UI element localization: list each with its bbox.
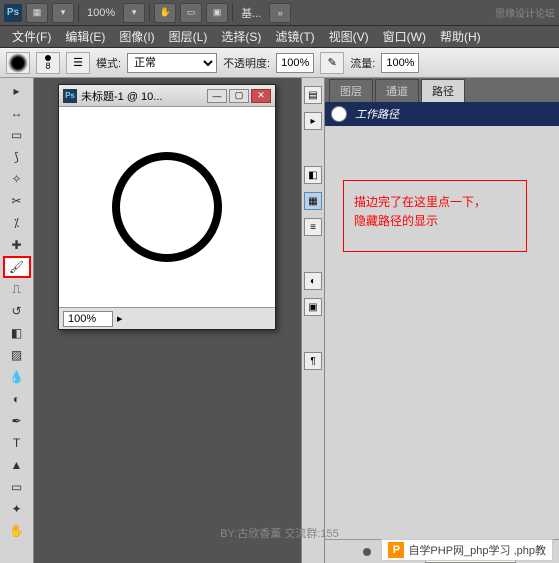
move-tool-icon[interactable]: ↔ xyxy=(3,102,31,124)
viewmode-button[interactable]: ▾ xyxy=(52,3,74,23)
3d-tool-icon[interactable]: ✦ xyxy=(3,498,31,520)
menu-select[interactable]: 选择(S) xyxy=(215,26,267,47)
eyedropper-tool-icon[interactable]: ⁒ xyxy=(3,212,31,234)
path-select-tool-icon[interactable]: ▲ xyxy=(3,454,31,476)
zoom-dropdown-icon[interactable]: ▸ xyxy=(117,312,123,325)
fill-path-icon[interactable] xyxy=(359,544,375,560)
path-row[interactable]: 工作路径 xyxy=(325,102,559,126)
flow-field[interactable]: 100% xyxy=(381,53,419,73)
callout-line: 隐藏路径的显示 xyxy=(354,212,516,231)
pen-tool-icon[interactable]: ✒ xyxy=(3,410,31,432)
collapse-icon[interactable]: ▸ xyxy=(3,80,31,102)
path-thumbnail xyxy=(331,106,347,122)
php-logo-icon: P xyxy=(388,542,404,558)
menu-view[interactable]: 视图(V) xyxy=(323,26,375,47)
paths-panel-body[interactable]: 工作路径 描边完了在这里点一下， 隐藏路径的显示 用画笔描边路径 xyxy=(325,102,559,539)
menu-filter[interactable]: 滤镜(T) xyxy=(269,26,320,47)
doc-icon: Ps xyxy=(63,89,77,103)
separator xyxy=(78,4,79,22)
shape-tool-icon[interactable]: ▭ xyxy=(3,476,31,498)
current-tool-icon[interactable] xyxy=(6,52,30,74)
app-logo-icon: Ps xyxy=(4,4,22,22)
canvas[interactable] xyxy=(59,107,275,307)
workspace-dropdown-icon[interactable]: » xyxy=(269,3,291,23)
footer-site-text: 自学PHP网_php学习 ,php教 xyxy=(408,542,546,558)
actions-panel-icon[interactable]: ▸ xyxy=(304,112,322,130)
panel-strip: ▤ ▸ ◧ ▦ ≡ ◐ ▣ ¶ xyxy=(301,78,325,563)
blur-tool-icon[interactable]: 💧 xyxy=(3,366,31,388)
callout-line: 描边完了在这里点一下， xyxy=(354,193,516,212)
color-panel-icon[interactable]: ◧ xyxy=(304,166,322,184)
healing-tool-icon[interactable]: ✚ xyxy=(3,234,31,256)
bridge-icon[interactable]: ▦ xyxy=(26,3,48,23)
brush-size-value: 8 xyxy=(45,61,50,71)
menu-layer[interactable]: 图层(L) xyxy=(163,26,214,47)
brush-preset-picker[interactable]: 8 xyxy=(36,52,60,74)
opacity-field[interactable]: 100% xyxy=(276,53,314,73)
panels-area: 图层 通道 路径 工作路径 描边完了在这里点一下， 隐藏路径的显示 用画笔描边路… xyxy=(325,78,559,563)
zoom-dropdown-icon[interactable]: ▾ xyxy=(123,3,145,23)
watermark-text: 思缘设计论坛 xyxy=(495,5,555,20)
separator xyxy=(232,4,233,22)
brush-tool-icon[interactable]: 🖌 xyxy=(3,256,31,278)
flow-label: 流量: xyxy=(350,55,375,71)
document-area: Ps 未标题-1 @ 10... — ▢ ✕ 100% ▸ xyxy=(34,78,301,563)
app-zoom-label[interactable]: 100% xyxy=(83,7,119,19)
crop-tool-icon[interactable]: ✂ xyxy=(3,190,31,212)
options-bar: 8 ☰ 模式: 正常 不透明度: 100% ✎ 流量: 100% xyxy=(0,48,559,78)
toolbox: ▸ ↔ ▭ ⟆ ✧ ✂ ⁒ ✚ 🖌 ⎍ ↺ ◧ ▨ 💧 ◐ ✒ T ▲ ▭ ✦ … xyxy=(0,78,34,563)
minimize-button[interactable]: — xyxy=(207,89,227,103)
dodge-tool-icon[interactable]: ◐ xyxy=(3,388,31,410)
app-titlebar: Ps ▦ ▾ 100% ▾ ✋ ▭ ▣ 基... » 思缘设计论坛 xyxy=(0,0,559,26)
screenmode-icon[interactable]: ▣ xyxy=(206,3,228,23)
annotation-callout: 描边完了在这里点一下， 隐藏路径的显示 xyxy=(343,180,527,252)
document-zoom-field[interactable]: 100% xyxy=(63,311,113,327)
workspace-label[interactable]: 基... xyxy=(237,5,265,21)
adjustments-panel-icon[interactable]: ◐ xyxy=(304,272,322,290)
wand-tool-icon[interactable]: ✧ xyxy=(3,168,31,190)
separator xyxy=(149,4,150,22)
eraser-tool-icon[interactable]: ◧ xyxy=(3,322,31,344)
path-name: 工作路径 xyxy=(355,106,399,122)
document-status-bar: 100% ▸ xyxy=(59,307,275,329)
menu-file[interactable]: 文件(F) xyxy=(6,26,57,47)
menu-help[interactable]: 帮助(H) xyxy=(434,26,487,47)
menubar: 文件(F) 编辑(E) 图像(I) 图层(L) 选择(S) 滤镜(T) 视图(V… xyxy=(0,26,559,48)
history-brush-tool-icon[interactable]: ↺ xyxy=(3,300,31,322)
close-button[interactable]: ✕ xyxy=(251,89,271,103)
type-tool-icon[interactable]: T xyxy=(3,432,31,454)
styles-panel-icon[interactable]: ≡ xyxy=(304,218,322,236)
arrange-icon[interactable]: ▭ xyxy=(180,3,202,23)
workspace: ▸ ↔ ▭ ⟆ ✧ ✂ ⁒ ✚ 🖌 ⎍ ↺ ◧ ▨ 💧 ◐ ✒ T ▲ ▭ ✦ … xyxy=(0,78,559,563)
hand-tool-icon[interactable]: ✋ xyxy=(154,3,176,23)
masks-panel-icon[interactable]: ▣ xyxy=(304,298,322,316)
tab-paths[interactable]: 路径 xyxy=(421,79,465,102)
brush-panel-icon[interactable]: ☰ xyxy=(66,52,90,74)
tab-layers[interactable]: 图层 xyxy=(329,79,373,102)
menu-window[interactable]: 窗口(W) xyxy=(377,26,432,47)
maximize-button[interactable]: ▢ xyxy=(229,89,249,103)
gradient-tool-icon[interactable]: ▨ xyxy=(3,344,31,366)
document-title: 未标题-1 @ 10... xyxy=(81,88,162,104)
panel-tabs: 图层 通道 路径 xyxy=(325,78,559,102)
tab-channels[interactable]: 通道 xyxy=(375,79,419,102)
history-panel-icon[interactable]: ▤ xyxy=(304,86,322,104)
swatches-panel-icon[interactable]: ▦ xyxy=(304,192,322,210)
marquee-tool-icon[interactable]: ▭ xyxy=(3,124,31,146)
footer-site-badge: P 自学PHP网_php学习 ,php教 xyxy=(381,539,553,561)
character-panel-icon[interactable]: ¶ xyxy=(304,352,322,370)
opacity-label: 不透明度: xyxy=(223,55,270,71)
ring-shape xyxy=(112,152,222,262)
menu-image[interactable]: 图像(I) xyxy=(113,26,160,47)
tablet-opacity-icon[interactable]: ✎ xyxy=(320,52,344,74)
document-window: Ps 未标题-1 @ 10... — ▢ ✕ 100% ▸ xyxy=(58,84,276,330)
blend-mode-select[interactable]: 正常 xyxy=(127,53,217,73)
mode-label: 模式: xyxy=(96,55,121,71)
document-titlebar[interactable]: Ps 未标题-1 @ 10... — ▢ ✕ xyxy=(59,85,275,107)
stamp-tool-icon[interactable]: ⎍ xyxy=(3,278,31,300)
menu-edit[interactable]: 编辑(E) xyxy=(59,26,111,47)
lasso-tool-icon[interactable]: ⟆ xyxy=(3,146,31,168)
